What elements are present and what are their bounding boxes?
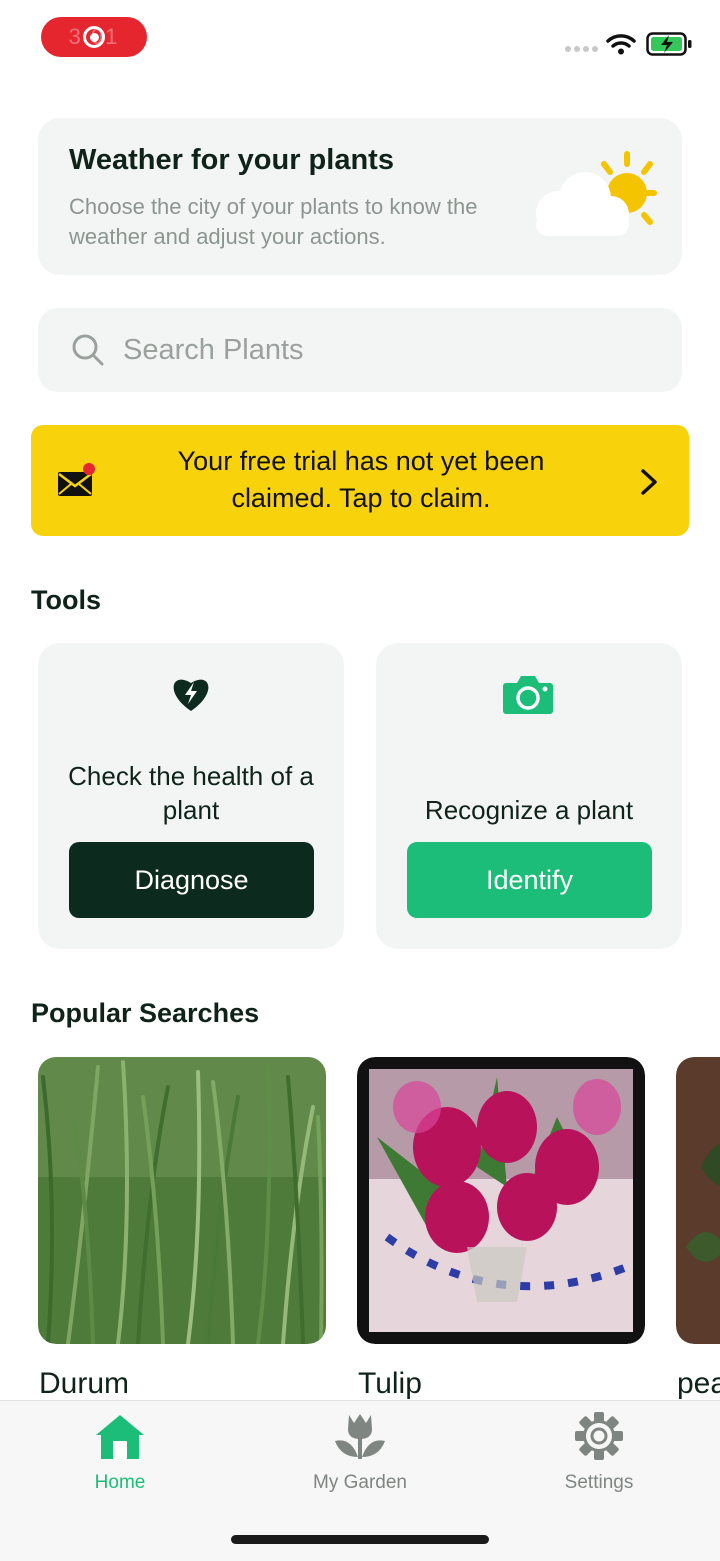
camera-icon <box>503 676 553 714</box>
tab-home-label: Home <box>94 1472 146 1493</box>
mail-notification-icon <box>58 463 95 496</box>
plant-name: pea <box>677 1367 720 1400</box>
diagnose-description: Check the health of a plant <box>68 761 314 825</box>
plant-card-tulip[interactable]: Tulip <box>357 1057 645 1401</box>
weather-description: Choose the city of your plants to know t… <box>69 194 478 249</box>
wifi-icon <box>606 34 636 55</box>
record-icon <box>83 26 105 48</box>
cellular-signal-icon <box>565 46 598 52</box>
tools-heading: Tools <box>31 585 101 615</box>
home-icon <box>96 1415 144 1459</box>
sun-cloud-icon <box>536 151 657 236</box>
tulip-photo <box>357 1057 645 1344</box>
diagnose-tool-card[interactable]: Check the health of a plant Diagnose <box>38 643 344 949</box>
popular-searches-heading: Popular Searches <box>31 998 260 1028</box>
search-input[interactable]: Search Plants <box>123 334 304 367</box>
plant-card-pea[interactable]: pea <box>676 1057 720 1401</box>
diagnose-button[interactable]: Diagnose <box>69 842 314 918</box>
battery-charging-icon <box>646 32 692 56</box>
plant-name: Tulip <box>358 1367 422 1400</box>
free-trial-text: Your free trial has not yet been claimed… <box>177 446 545 513</box>
pea-photo <box>676 1057 720 1344</box>
search-bar[interactable]: Search Plants <box>38 308 682 392</box>
identify-description: Recognize a plant <box>424 795 634 825</box>
identify-button[interactable]: Identify <box>407 842 652 918</box>
tab-settings-label: Settings <box>564 1472 634 1493</box>
chevron-right-icon <box>641 469 657 495</box>
durum-photo <box>38 1057 326 1346</box>
identify-tool-card[interactable]: Recognize a plant Identify <box>376 643 682 949</box>
search-icon <box>72 334 104 366</box>
free-trial-banner[interactable]: Your free trial has not yet been claimed… <box>31 425 689 536</box>
tab-settings[interactable]: Settings <box>499 1411 699 1494</box>
plant-card-durum[interactable]: Durum <box>38 1057 326 1401</box>
tab-my-garden-label: My Garden <box>313 1472 407 1493</box>
plant-tulip-icon <box>335 1414 385 1459</box>
plant-name: Durum <box>39 1367 130 1400</box>
tab-my-garden[interactable]: My Garden <box>260 1411 460 1494</box>
home-indicator[interactable] <box>231 1535 489 1544</box>
screen-recording-indicator[interactable]: 3:01 <box>41 17 147 57</box>
gear-icon <box>575 1412 623 1460</box>
tab-home[interactable]: Home <box>20 1411 220 1494</box>
weather-title: Weather for your plants <box>69 144 394 176</box>
weather-card[interactable]: Weather for your plants Choose the city … <box>38 118 682 275</box>
heart-health-icon <box>173 679 209 711</box>
